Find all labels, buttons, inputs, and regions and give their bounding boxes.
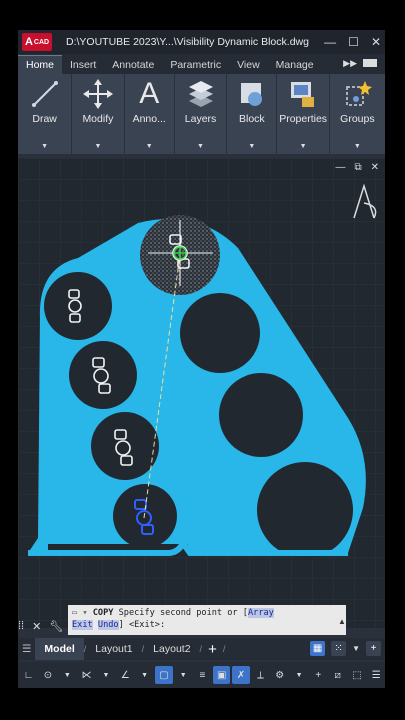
option-undo[interactable]: Undo (97, 620, 119, 630)
minimize-button[interactable]: — (324, 35, 336, 49)
customize-menu-icon[interactable]: ☰ (368, 666, 385, 684)
isolate-objects-icon[interactable]: ⧄ (329, 666, 346, 684)
chevron-down-icon: ▼ (145, 143, 153, 150)
panel-draw-label: Draw (32, 113, 57, 125)
window-title: D:\YOUTUBE 2023\Y...\Visibility Dynamic … (66, 36, 309, 48)
drawing-viewport[interactable]: — ⧉ ✕ (18, 158, 385, 628)
panel-draw[interactable]: Draw ▼ (18, 74, 73, 154)
infer-constraints-icon[interactable]: ∟ (20, 666, 37, 684)
tab-layout1[interactable]: Layout1 (86, 643, 141, 655)
status-bar: ∟ ⊙ ▼ ⋉ ▼ ∠ ▼ ▢ ▼ ≡ ▣ ✗ ⟂ ⚙ ▼ + ⧄ ⬚ ☰ (18, 662, 385, 688)
gear-icon[interactable]: ⚙ (271, 666, 288, 684)
chevron-down-icon: ▼ (353, 143, 361, 150)
option-array[interactable]: Array (247, 608, 274, 618)
fullscreen-icon[interactable]: ⬚ (348, 666, 365, 684)
properties-icon (286, 79, 320, 109)
tab-view[interactable]: View (229, 56, 268, 74)
panel-block[interactable]: Block ▼ (227, 74, 278, 154)
command-line[interactable]: ▭ ▾ COPY Specify second point or [Array … (68, 605, 346, 635)
panel-properties[interactable]: Properties ▼ (277, 74, 330, 154)
line-icon (28, 79, 62, 109)
tab-home[interactable]: Home (18, 55, 63, 74)
move-icon (81, 79, 115, 109)
panel-layers[interactable]: Layers ▼ (175, 74, 228, 154)
more-tabs-icon[interactable]: ▶▶ (343, 58, 357, 69)
ribbon-tabs: Home Insert Annotate Parametric View Man… (18, 54, 385, 74)
chevron-down-icon: ▼ (41, 143, 49, 150)
viewport-close-button[interactable]: ✕ (371, 162, 379, 173)
chevron-down-icon: ▼ (299, 143, 307, 150)
panel-groups-label: Groups (340, 113, 375, 125)
tab-annotate[interactable]: Annotate (104, 56, 162, 74)
annotation-monitor-icon[interactable]: ⟂ (252, 666, 269, 684)
block-icon (235, 79, 269, 109)
object-snap-icon[interactable]: ▢ (155, 666, 173, 684)
tab-manage[interactable]: Manage (268, 56, 322, 74)
tab-layout2[interactable]: Layout2 (144, 643, 199, 655)
layers-icon (184, 79, 218, 109)
option-exit[interactable]: Exit (72, 620, 93, 630)
layout-tabs: ☰ Model / Layout1 / Layout2 / + / ▦ ⁙ ▼ … (18, 638, 385, 660)
app-logo-letter: A (24, 36, 33, 48)
wrench-icon[interactable]: 🔧︎ (49, 620, 63, 633)
chevron-down-icon[interactable]: ▼ (59, 666, 76, 684)
text-icon: A (139, 77, 160, 110)
tab-insert[interactable]: Insert (62, 56, 104, 74)
chevron-down-icon[interactable]: ▼ (136, 666, 153, 684)
panel-groups[interactable]: Groups ▼ (330, 74, 385, 154)
layout-menu-icon[interactable]: ☰ (18, 643, 35, 655)
drawing-canvas[interactable] (18, 158, 385, 628)
viewport-restore-button[interactable]: ⧉ (354, 162, 361, 173)
snap-toggle-icon[interactable]: ⁙ (331, 641, 347, 656)
lineweight-icon[interactable]: ≡ (194, 666, 211, 684)
app-logo[interactable]: A CAD (22, 33, 52, 51)
add-layout-button[interactable]: + (208, 641, 217, 658)
polar-tracking-icon[interactable]: ⊙ (39, 666, 56, 684)
ortho-icon[interactable]: + (366, 641, 381, 656)
viewport-minimize-button[interactable]: — (335, 162, 345, 173)
command-history-icon[interactable]: ▭ ▾ (72, 608, 88, 618)
title-bar: A CAD D:\YOUTUBE 2023\Y...\Visibility Dy… (18, 30, 385, 54)
command-name: COPY (92, 608, 114, 618)
object-snap-tracking-icon[interactable]: ∠ (117, 666, 134, 684)
ribbon-minimize-button[interactable] (363, 59, 377, 67)
panel-annotation-label: Anno... (132, 113, 166, 125)
command-prompt: Specify second point or [ (118, 608, 248, 618)
tab-parametric[interactable]: Parametric (162, 56, 229, 74)
groups-icon (340, 79, 374, 109)
command-prompt-end: ] <Exit>: (118, 620, 166, 630)
panel-modify-label: Modify (82, 113, 114, 125)
chevron-down-icon: ▼ (197, 143, 204, 150)
chevron-down-icon[interactable]: ▼ (290, 666, 307, 684)
panel-layers-label: Layers (184, 113, 217, 125)
chevron-down-icon: ▼ (94, 143, 102, 150)
chevron-down-icon[interactable]: ▼ (97, 666, 114, 684)
chevron-down-icon[interactable]: ▼ (352, 644, 360, 653)
panel-properties-label: Properties (279, 113, 328, 125)
command-expand-icon[interactable]: ▲ (338, 617, 346, 626)
close-button[interactable]: ✕ (371, 35, 381, 49)
maximize-button[interactable]: ☐ (348, 35, 359, 49)
panel-block-label: Block (238, 113, 265, 125)
cad-window: A CAD D:\YOUTUBE 2023\Y...\Visibility Dy… (18, 30, 385, 688)
panel-annotation[interactable]: A Anno... ▼ (125, 74, 175, 154)
transparency-icon[interactable]: ▣ (213, 666, 231, 684)
selection-cycling-icon[interactable]: ✗ (232, 666, 250, 684)
ribbon: Draw ▼ Modify ▼ A Anno... ▼ Layers ▼ Blo… (18, 74, 385, 154)
tab-model[interactable]: Model (35, 638, 84, 660)
app-logo-text: CAD (33, 38, 50, 46)
close-command-icon[interactable]: ✕ (32, 620, 41, 633)
chevron-down-icon[interactable]: ▼ (175, 666, 192, 684)
drag-handle-icon[interactable]: ⁞⁞ (18, 620, 24, 632)
grid-toggle-icon[interactable]: ▦ (310, 641, 326, 656)
panel-modify[interactable]: Modify ▼ (72, 74, 125, 154)
chevron-down-icon: ▼ (248, 143, 256, 150)
add-icon[interactable]: + (310, 666, 327, 684)
isodraft-icon[interactable]: ⋉ (78, 666, 95, 684)
